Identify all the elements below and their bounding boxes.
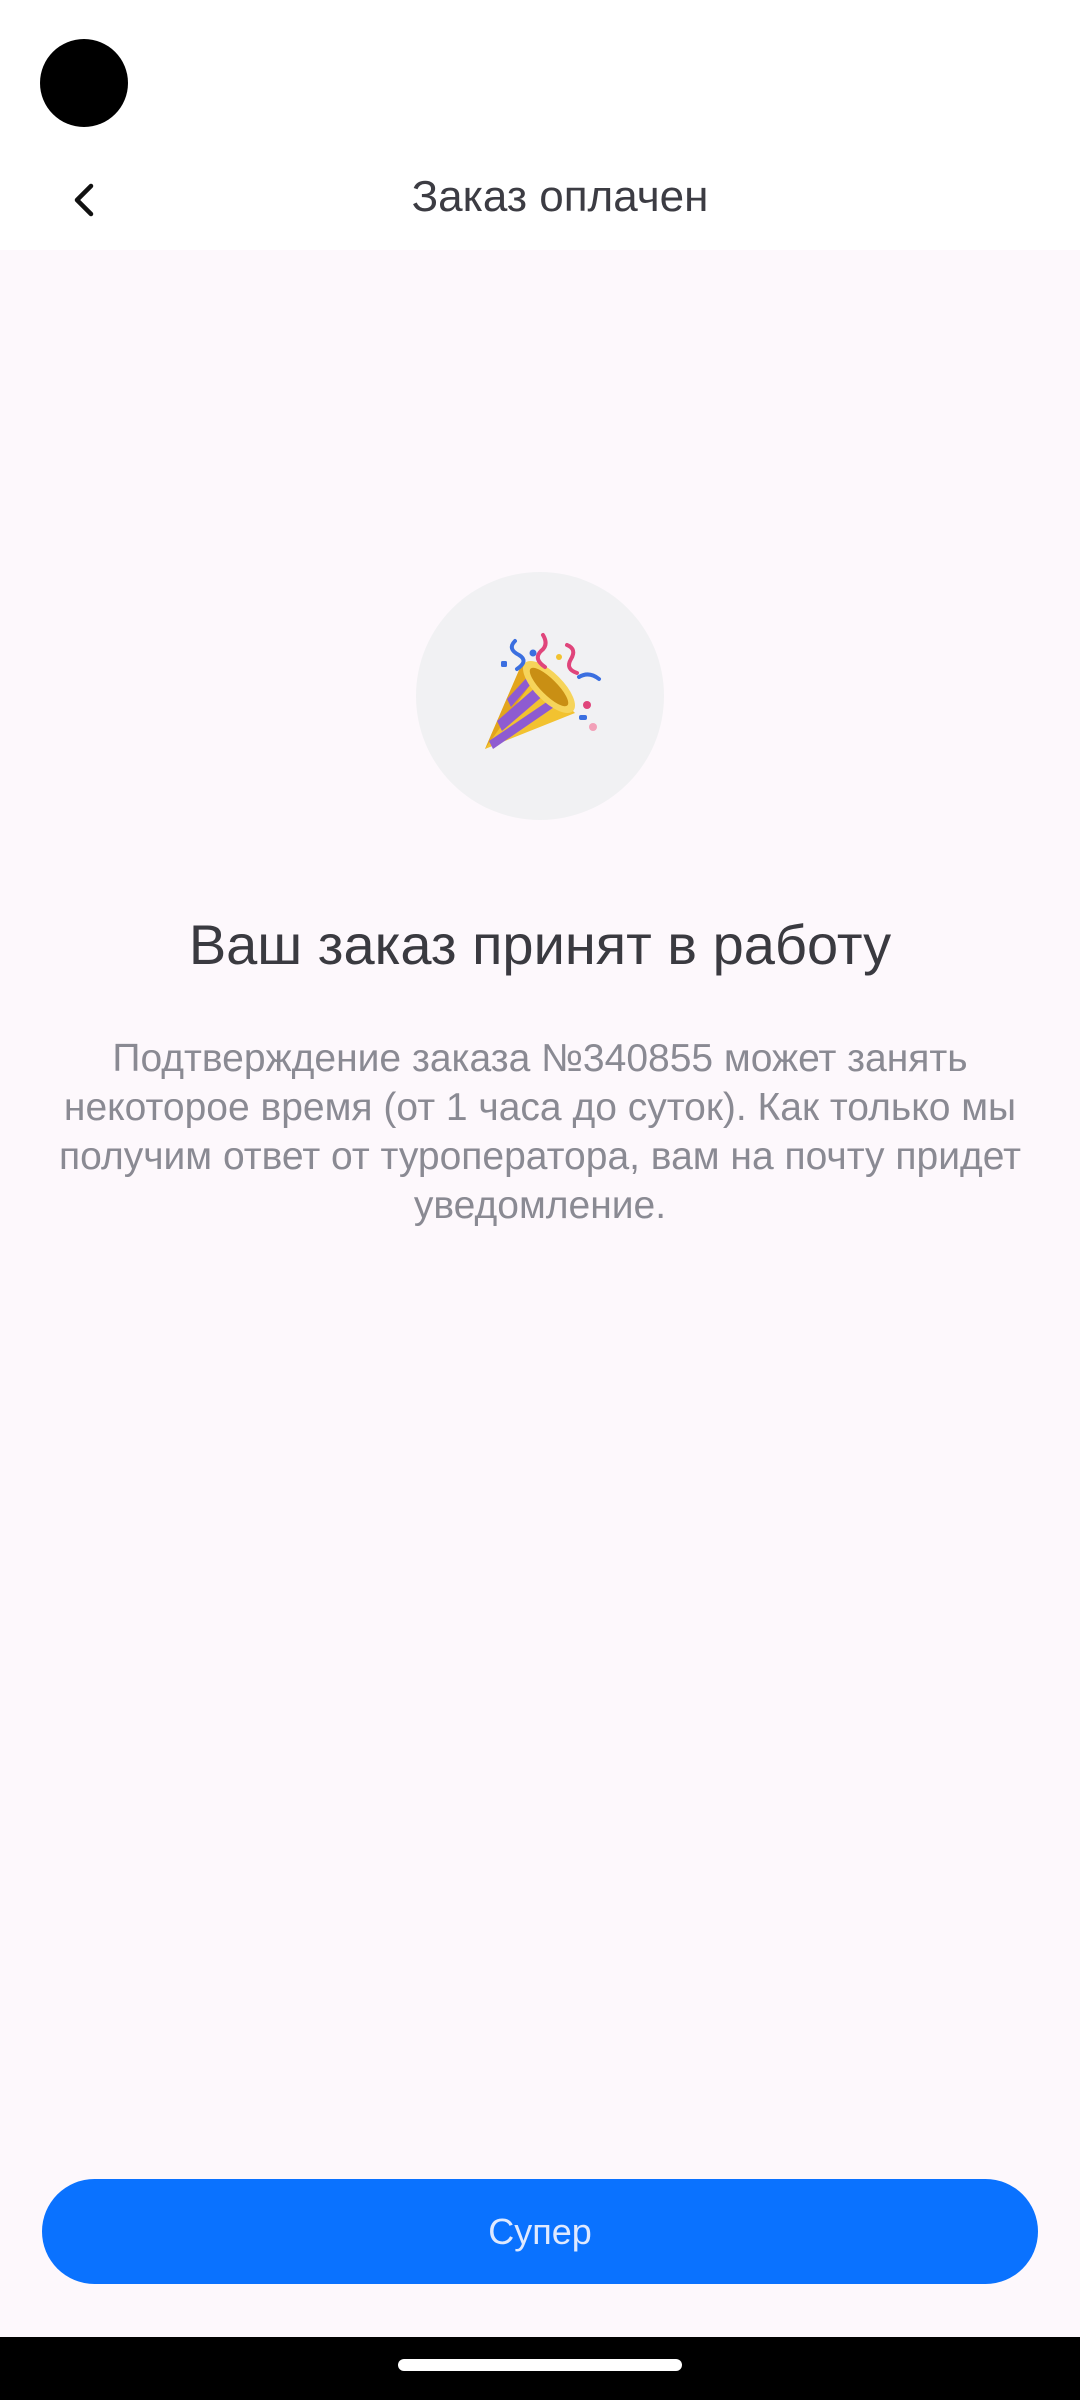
app-bar: Заказ оплачен: [0, 150, 1080, 250]
page-title: Заказ оплачен: [411, 172, 709, 221]
screen: Заказ оплачен Ваш заказ принят в работу …: [0, 0, 1080, 2400]
status-bar: [0, 0, 1080, 150]
confirmation-headline: Ваш заказ принят в работу: [188, 913, 892, 976]
party-popper-badge: [416, 572, 664, 820]
confirmation-description: Подтверждение заказа №340855 может занят…: [59, 1037, 1021, 1227]
system-navigation-bar: [0, 2337, 1080, 2400]
super-button[interactable]: Супер: [42, 2179, 1038, 2284]
party-popper-icon: [485, 633, 601, 749]
home-handle[interactable]: [398, 2359, 682, 2371]
camera-cutout: [40, 39, 128, 127]
